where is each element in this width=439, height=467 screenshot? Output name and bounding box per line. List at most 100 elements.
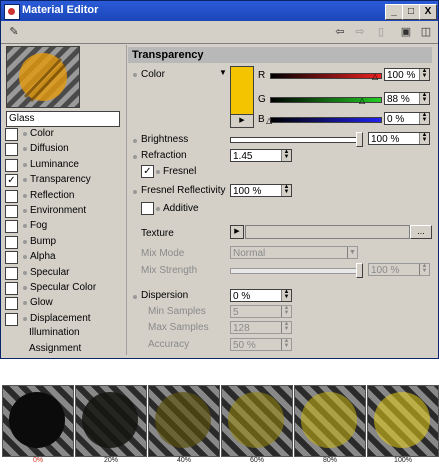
channel-item[interactable]: Bump — [5, 235, 123, 250]
mix-strength-slider-knob[interactable] — [356, 263, 363, 278]
channel-label: Reflection — [30, 189, 75, 201]
spinner-icon[interactable]: ▲ ▼ — [419, 263, 429, 275]
color-picker-play-icon[interactable]: ▶ — [230, 114, 254, 128]
r-slider-handle-icon[interactable]: △ — [372, 72, 378, 81]
additive-label: Additive — [163, 203, 199, 214]
spinner-icon[interactable]: ▲ ▼ — [281, 149, 291, 161]
trash-icon[interactable]: ▯ — [374, 25, 388, 39]
spinner-icon[interactable]: ▲ ▼ — [281, 289, 291, 301]
texture-play-icon[interactable]: ▶ — [230, 225, 244, 239]
channel-checkbox[interactable] — [5, 266, 18, 280]
channel-item[interactable]: Environment — [5, 204, 123, 219]
brightness-slider-knob[interactable] — [356, 132, 363, 147]
mix-mode-select[interactable]: Normal ▼ — [230, 246, 358, 259]
spinner-icon[interactable]: ▲ ▼ — [419, 68, 429, 80]
maximize-button[interactable]: □ — [402, 4, 420, 20]
channel-label: Specular — [30, 266, 70, 278]
channel-item[interactable]: Luminance — [5, 158, 123, 173]
close-button[interactable]: X — [419, 4, 437, 20]
accuracy-label: Accuracy — [148, 339, 190, 350]
mix-strength-field[interactable]: 100 % ▲ ▼ — [368, 263, 430, 276]
illumination-item[interactable]: Illumination — [29, 327, 80, 338]
spinner-icon[interactable]: ▲ ▼ — [419, 112, 429, 124]
fresnel-label: Fresnel — [163, 166, 197, 177]
assignment-item[interactable]: Assignment — [29, 343, 81, 354]
back-arrow-icon[interactable]: ⇦ — [333, 25, 347, 39]
bullet — [133, 73, 137, 77]
channel-checkbox[interactable] — [5, 158, 18, 172]
channel-item[interactable]: Specular Color — [5, 281, 123, 296]
channel-item[interactable]: Alpha — [5, 250, 123, 265]
forward-arrow-icon[interactable]: ⇨ — [353, 25, 367, 39]
spinner-icon[interactable]: ▲ ▼ — [281, 338, 291, 350]
color-label: Color — [141, 69, 165, 80]
channel-item[interactable]: Reflection — [5, 189, 123, 204]
texture-browse-button[interactable]: ... — [410, 225, 432, 239]
channel-checkbox[interactable] — [5, 220, 18, 234]
minimize-button[interactable]: _ — [385, 4, 403, 20]
g-slider[interactable] — [270, 97, 382, 103]
channel-item[interactable]: Glow — [5, 296, 123, 311]
new-window-icon[interactable]: ◫ — [419, 25, 433, 39]
mix-mode-label: Mix Mode — [141, 248, 185, 259]
channel-item[interactable]: ✓ Transparency — [5, 173, 123, 188]
r-value-field[interactable]: 100 % ▲ ▼ — [384, 68, 430, 81]
color-swatch[interactable] — [230, 66, 254, 116]
channel-checkbox[interactable] — [5, 205, 18, 218]
g-value-field[interactable]: 88 % ▲ ▼ — [384, 92, 430, 105]
fresnel-reflectivity-field[interactable]: 100 % ▲ ▼ — [230, 184, 292, 197]
channel-item[interactable]: Diffusion — [5, 142, 123, 157]
refraction-field[interactable]: 1.45 ▲ ▼ — [230, 149, 292, 162]
channel-checkbox[interactable] — [5, 235, 18, 249]
g-slider-handle-icon[interactable]: △ — [359, 96, 365, 105]
bullet — [133, 295, 137, 299]
accuracy-value: 50 % — [233, 340, 256, 351]
spinner-icon[interactable]: ▲ ▼ — [281, 321, 291, 333]
channel-item[interactable]: Color — [5, 127, 123, 142]
b-slider-handle-icon[interactable]: △ — [266, 116, 272, 125]
spinner-icon[interactable]: ▲ ▼ — [419, 132, 429, 144]
texture-field[interactable] — [245, 225, 410, 239]
dropdown-arrow-icon[interactable]: ▼ — [347, 247, 357, 258]
dispersion-label: Dispersion — [141, 290, 189, 301]
channel-label: Fog — [30, 220, 48, 232]
channel-checkbox[interactable] — [5, 282, 18, 295]
fresnel-checkbox[interactable]: ✓ — [141, 165, 154, 178]
accuracy-field[interactable]: 50 % ▲ ▼ — [230, 338, 292, 351]
color-menu-arrow-icon[interactable]: ▼ — [219, 68, 227, 77]
channel-item[interactable]: Specular — [5, 266, 123, 281]
pin-icon[interactable]: ✎ — [7, 25, 21, 39]
channel-checkbox[interactable] — [5, 251, 18, 265]
lock-icon[interactable]: ▣ — [399, 25, 413, 39]
b-slider[interactable] — [270, 117, 382, 123]
channel-item[interactable]: Fog — [5, 219, 123, 234]
channel-checkbox[interactable] — [5, 297, 18, 311]
channel-label: Environment — [30, 205, 87, 216]
channel-checkbox[interactable] — [5, 189, 18, 203]
channel-checkbox[interactable] — [5, 143, 18, 157]
g-label: G — [258, 94, 266, 105]
dispersion-field[interactable]: 0 % ▲ ▼ — [230, 289, 292, 302]
mix-strength-slider[interactable] — [230, 268, 360, 274]
b-value-field[interactable]: 0 % ▲ ▼ — [384, 112, 430, 125]
additive-checkbox[interactable] — [141, 202, 154, 215]
min-samples-label: Min Samples — [148, 306, 206, 317]
brightness-slider[interactable] — [230, 137, 360, 143]
r-slider[interactable] — [270, 73, 382, 79]
min-samples-field[interactable]: 5 ▲ ▼ — [230, 305, 292, 318]
max-samples-field[interactable]: 128 ▲ ▼ — [230, 321, 292, 334]
title-bar[interactable]: Material Editor _ □ X — [1, 1, 438, 21]
channel-checkbox[interactable] — [5, 312, 18, 326]
material-name-input[interactable]: Glass — [6, 111, 120, 127]
brightness-field[interactable]: 100 % ▲ ▼ — [368, 132, 430, 145]
bullet — [156, 170, 160, 174]
spinner-icon[interactable]: ▲ ▼ — [281, 184, 291, 196]
swatch-preview — [75, 385, 147, 457]
spinner-icon[interactable]: ▲ ▼ — [419, 92, 429, 104]
channel-item[interactable]: Displacement — [5, 312, 123, 327]
brightness-value: 100 % — [371, 134, 400, 145]
spinner-icon[interactable]: ▲ ▼ — [281, 305, 291, 317]
channel-checkbox[interactable] — [5, 128, 18, 141]
channel-checkbox[interactable]: ✓ — [5, 174, 18, 188]
swatch-preview — [367, 385, 439, 457]
